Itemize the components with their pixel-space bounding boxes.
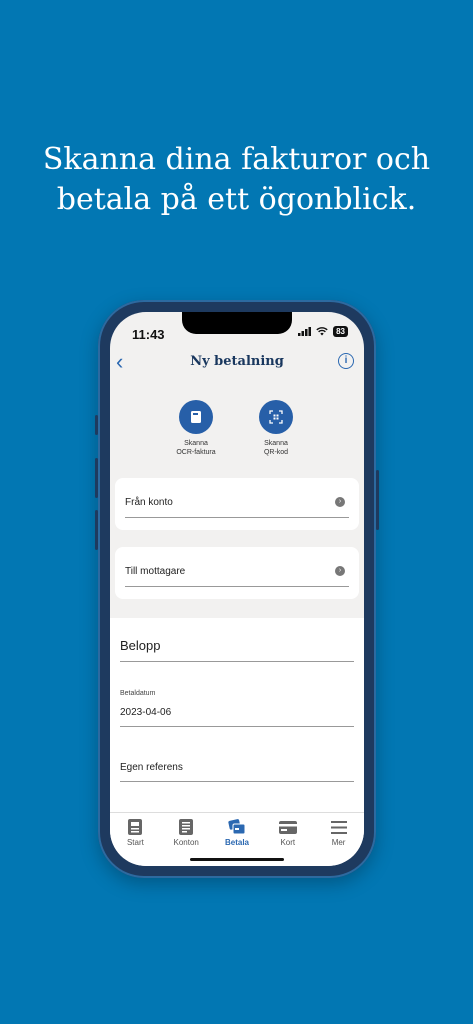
- tab-start[interactable]: Start: [110, 813, 161, 866]
- scan-qr-button[interactable]: Skanna QR-kod: [236, 400, 316, 457]
- date-label: Betaldatum: [120, 690, 156, 697]
- page-title: Ny betalning: [190, 354, 284, 369]
- recipient-field[interactable]: Till mottagare ›: [115, 547, 359, 599]
- date-field[interactable]: 2023-04-06: [120, 707, 171, 718]
- amount-field[interactable]: Belopp: [120, 638, 160, 653]
- power-button: [376, 470, 379, 530]
- notch: [182, 312, 292, 334]
- reference-field[interactable]: Egen referens: [120, 762, 183, 773]
- divider: [120, 661, 354, 662]
- menu-icon: [330, 820, 347, 834]
- tab-mer-label: Mer: [331, 838, 346, 847]
- payment-form: Belopp Betaldatum 2023-04-06 Egen refere…: [110, 618, 364, 812]
- volume-down-button: [95, 510, 98, 550]
- accounts-icon: [179, 819, 194, 835]
- recipient-label: Till mottagare: [125, 566, 186, 577]
- tab-kort-label: Kort: [280, 838, 296, 847]
- divider: [120, 726, 354, 727]
- scan-qr-label-1: Skanna: [264, 440, 288, 447]
- divider: [125, 517, 349, 518]
- divider: [120, 781, 354, 782]
- signal-icon: [298, 327, 312, 336]
- tab-start-label: Start: [126, 838, 144, 847]
- scan-ocr-label-1: Skanna: [184, 440, 208, 447]
- tab-betala-label: Betala: [224, 838, 249, 847]
- headline-line-1: Skanna dina fakturor och: [42, 142, 431, 177]
- scan-ocr-button[interactable]: Skanna OCR-faktura: [156, 400, 236, 457]
- scan-ocr-label-2: OCR-faktura: [176, 449, 216, 456]
- scan-qr-label-2: QR-kod: [263, 449, 289, 456]
- tab-mer[interactable]: Mer: [313, 813, 364, 866]
- from-account-field[interactable]: Från konto ›: [115, 478, 359, 530]
- wifi-icon: [316, 327, 328, 336]
- headline: Skanna dina fakturor och betala på ett ö…: [0, 140, 473, 220]
- chevron-right-icon: ›: [335, 566, 345, 576]
- headline-line-2: betala på ett ögonblick.: [56, 182, 417, 217]
- divider: [125, 586, 349, 587]
- mute-switch: [95, 415, 98, 435]
- phone-screen: 11:43 83 ‹ Ny betalning i Skanna OCR-fak…: [110, 312, 364, 866]
- home-indicator[interactable]: [190, 858, 284, 861]
- from-account-label: Från konto: [125, 497, 173, 508]
- scan-ocr-icon: [179, 400, 213, 434]
- scan-qr-icon: [259, 400, 293, 434]
- battery-icon: 83: [333, 326, 348, 337]
- card-icon: [278, 820, 297, 834]
- volume-up-button: [95, 458, 98, 498]
- status-time: 11:43: [132, 327, 165, 342]
- chevron-right-icon: ›: [335, 497, 345, 507]
- pay-icon: [228, 819, 246, 835]
- info-icon[interactable]: i: [338, 353, 354, 369]
- home-icon: [128, 819, 143, 835]
- phone-frame: 11:43 83 ‹ Ny betalning i Skanna OCR-fak…: [95, 300, 379, 878]
- status-icons: 83: [298, 326, 348, 337]
- tab-konton-label: Konton: [173, 838, 199, 847]
